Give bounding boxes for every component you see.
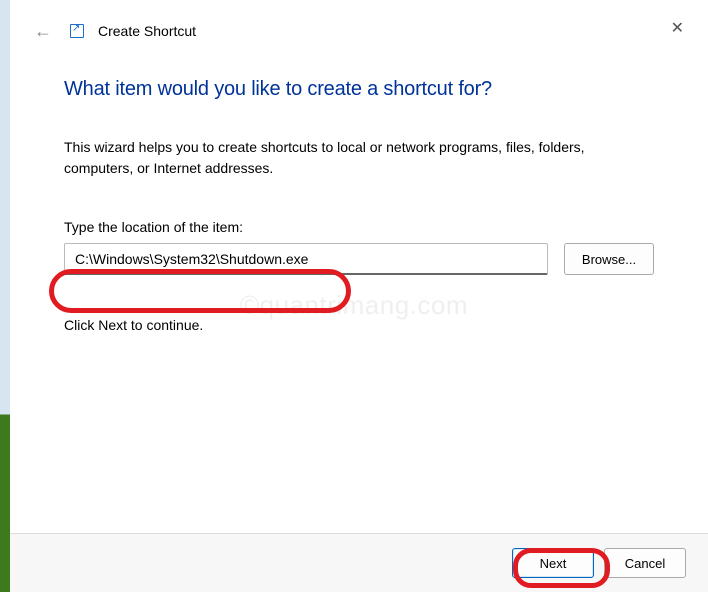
background-edge	[0, 0, 10, 592]
wizard-heading: What item would you like to create a sho…	[64, 78, 654, 101]
location-input[interactable]	[64, 243, 548, 275]
location-label: Type the location of the item:	[64, 219, 654, 235]
dialog-content: What item would you like to create a sho…	[10, 54, 708, 533]
continue-text: Click Next to continue.	[64, 317, 654, 333]
wizard-description: This wizard helps you to create shortcut…	[64, 137, 654, 179]
shortcut-icon	[70, 24, 84, 38]
dialog-title: Create Shortcut	[98, 23, 196, 39]
location-row: Browse...	[64, 243, 654, 275]
next-button[interactable]: Next	[512, 548, 594, 578]
dialog-header: ← Create Shortcut ✕	[10, 0, 708, 54]
location-input-wrap	[64, 243, 548, 275]
close-icon[interactable]: ✕	[665, 12, 690, 44]
dialog-footer: Next Cancel	[10, 533, 708, 592]
create-shortcut-dialog: ← Create Shortcut ✕ What item would you …	[10, 0, 708, 592]
browse-button[interactable]: Browse...	[564, 243, 654, 275]
cancel-button[interactable]: Cancel	[604, 548, 686, 578]
back-arrow-icon[interactable]: ←	[30, 18, 56, 44]
